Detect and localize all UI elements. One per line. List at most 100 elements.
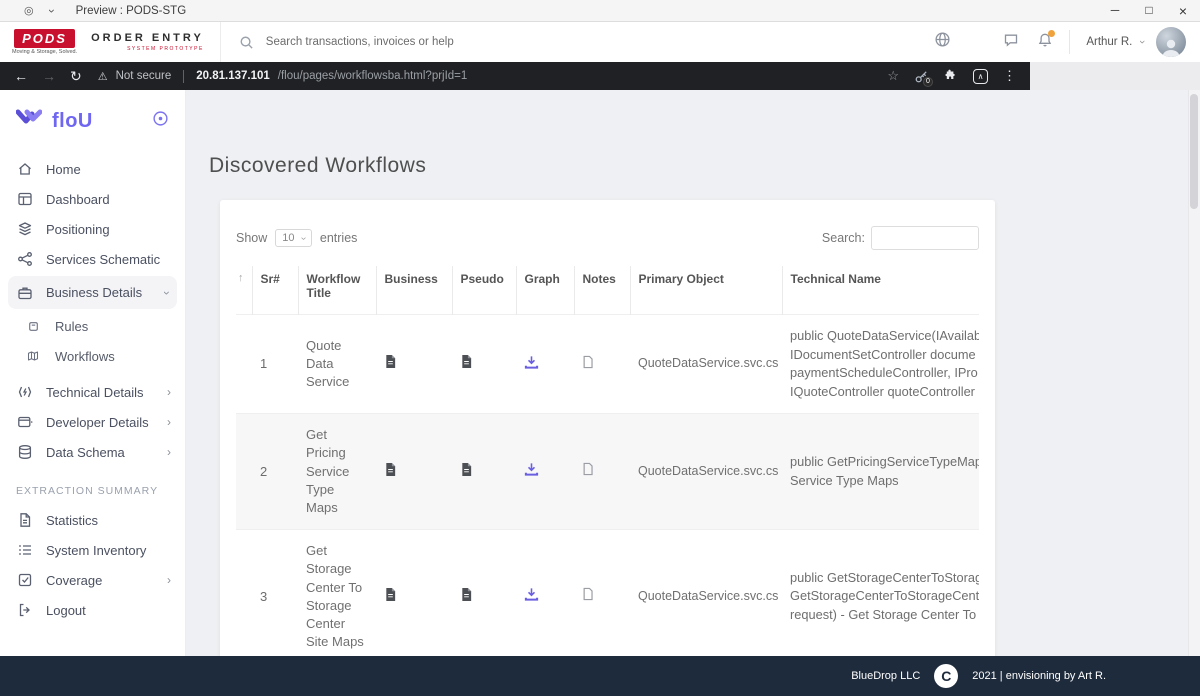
- notes-doc-icon[interactable]: [582, 355, 594, 374]
- bookmark-star-icon[interactable]: ☆: [887, 68, 899, 84]
- sidebar-item-developer-details[interactable]: Developer Details ›: [0, 407, 185, 437]
- flou-logo-icon: [16, 109, 42, 134]
- sidebar-item-label: Services Schematic: [46, 252, 160, 267]
- user-avatar[interactable]: [1156, 27, 1186, 57]
- cell-notes[interactable]: [574, 530, 630, 656]
- close-button[interactable]: ×: [1166, 3, 1200, 19]
- file-text-icon: [16, 512, 33, 528]
- global-search-input[interactable]: [266, 36, 556, 48]
- layers-icon: [16, 221, 33, 237]
- browser-chrome: ← → ↻ ⚠ Not secure 20.81.137.101/flou/pa…: [0, 62, 1200, 90]
- check-square-icon: [16, 572, 33, 588]
- col-business[interactable]: Business: [376, 266, 452, 315]
- col-sr[interactable]: Sr#: [252, 266, 298, 315]
- sidebar-item-rules[interactable]: Rules: [0, 311, 185, 341]
- cell-business[interactable]: [376, 530, 452, 656]
- cell-graph[interactable]: [516, 414, 574, 530]
- cell-business[interactable]: [376, 414, 452, 530]
- table-row[interactable]: 2 Get Pricing Service Type Maps: [236, 414, 979, 530]
- scrollbar-thumb[interactable]: [1190, 94, 1198, 209]
- dashboard-icon: [16, 191, 33, 207]
- chrome-filler: [1030, 62, 1200, 90]
- chevron-right-icon: ›: [167, 415, 171, 429]
- chat-icon[interactable]: [1003, 32, 1019, 53]
- window-titlebar: ◎ › Preview : PODS-STG ─ □ ×: [0, 0, 1200, 22]
- forward-icon[interactable]: →: [42, 68, 56, 84]
- table-row[interactable]: 3 Get Storage Center To Storage Center S…: [236, 530, 979, 656]
- cell-notes[interactable]: [574, 315, 630, 414]
- map-icon: [27, 350, 39, 362]
- graph-download-icon[interactable]: [524, 355, 539, 374]
- sidebar-item-label: Home: [46, 162, 81, 177]
- sidebar-item-statistics[interactable]: Statistics: [0, 505, 185, 535]
- footer-credit: 2021 | envisioning by Art R.: [972, 670, 1106, 682]
- user-name[interactable]: Arthur R.: [1086, 36, 1132, 48]
- sidebar-item-system-inventory[interactable]: System Inventory: [0, 535, 185, 565]
- sidebar-item-workflows[interactable]: Workflows: [0, 341, 185, 371]
- notes-doc-icon[interactable]: [582, 462, 594, 481]
- cell-pseudo[interactable]: [452, 530, 516, 656]
- sidebar-pin-icon[interactable]: [152, 110, 169, 132]
- address-bar[interactable]: ⚠ Not secure 20.81.137.101/flou/pages/wo…: [98, 70, 468, 83]
- maximize-button[interactable]: □: [1132, 3, 1166, 19]
- pseudo-doc-icon[interactable]: [460, 462, 473, 482]
- cell-graph[interactable]: [516, 530, 574, 656]
- notifications-bell-icon[interactable]: [1037, 32, 1053, 53]
- col-pseudo[interactable]: Pseudo: [452, 266, 516, 315]
- sidebar-item-data-schema[interactable]: Data Schema ›: [0, 437, 185, 467]
- sidebar-item-home[interactable]: Home: [0, 154, 185, 184]
- col-primary-object[interactable]: Primary Object: [630, 266, 782, 315]
- col-notes[interactable]: Notes: [574, 266, 630, 315]
- sidebar-item-services-schematic[interactable]: Services Schematic: [0, 244, 185, 274]
- col-workflow-title[interactable]: Workflow Title: [298, 266, 376, 315]
- globe-icon[interactable]: [934, 31, 951, 53]
- sidebar-item-logout[interactable]: Logout: [0, 595, 185, 625]
- table-search-input[interactable]: [871, 226, 979, 250]
- scroll-top-extension-icon[interactable]: ∧: [973, 69, 988, 84]
- cell-business[interactable]: [376, 315, 452, 414]
- graph-download-icon[interactable]: [524, 587, 539, 606]
- browser-menu-icon[interactable]: ⋮: [1003, 68, 1016, 84]
- sidebar-item-coverage[interactable]: Coverage ›: [0, 565, 185, 595]
- extensions-puzzle-icon[interactable]: [944, 68, 958, 85]
- table-row[interactable]: 1 Quote Data Service Q: [236, 315, 979, 414]
- cell-pseudo[interactable]: [452, 414, 516, 530]
- col-technical-name[interactable]: Technical Name: [782, 266, 979, 315]
- sidebar-item-label: System Inventory: [46, 543, 146, 558]
- sidebar-item-technical-details[interactable]: Technical Details ›: [0, 377, 185, 407]
- pseudo-doc-icon[interactable]: [460, 354, 473, 374]
- business-doc-icon[interactable]: [384, 354, 397, 374]
- sidebar-section-label: EXTRACTION SUMMARY: [16, 485, 169, 497]
- sidebar-item-positioning[interactable]: Positioning: [0, 214, 185, 244]
- cell-graph[interactable]: [516, 315, 574, 414]
- sidebar-item-label: Rules: [55, 319, 88, 334]
- record-icon[interactable]: ◎: [24, 4, 34, 17]
- sidebar-item-label: Coverage: [46, 573, 102, 588]
- cell-technical-name: public GetStorageCenterToStorag GetStora…: [782, 530, 979, 656]
- sidebar-item-business-details[interactable]: Business Details ›: [8, 276, 177, 309]
- sidebar-item-dashboard[interactable]: Dashboard: [0, 184, 185, 214]
- pods-logo[interactable]: PODS Moving & Storage, Solved.: [12, 29, 77, 55]
- graph-download-icon[interactable]: [524, 462, 539, 481]
- page-size-select[interactable]: 10 ›: [275, 229, 312, 247]
- select-chevron-icon: ›: [298, 236, 309, 239]
- share-network-icon: [16, 251, 33, 267]
- back-icon[interactable]: ←: [14, 68, 28, 84]
- cell-primary-object: QuoteDataService.svc.cs: [630, 414, 782, 530]
- col-graph[interactable]: Graph: [516, 266, 574, 315]
- user-menu-chevron-icon[interactable]: ›: [1136, 40, 1148, 44]
- page-scrollbar[interactable]: [1188, 90, 1200, 656]
- notes-doc-icon[interactable]: [582, 587, 594, 606]
- cell-pseudo[interactable]: [452, 315, 516, 414]
- pseudo-doc-icon[interactable]: [460, 587, 473, 607]
- browser-window-icon: [16, 414, 33, 430]
- window-chevron-icon[interactable]: ›: [45, 9, 59, 13]
- reload-icon[interactable]: ↻: [70, 68, 82, 85]
- business-doc-icon[interactable]: [384, 587, 397, 607]
- minimize-button[interactable]: ─: [1098, 3, 1132, 19]
- sidebar-item-label: Developer Details: [46, 415, 149, 430]
- password-key-icon[interactable]: 0: [914, 69, 929, 84]
- cell-notes[interactable]: [574, 414, 630, 530]
- business-doc-icon[interactable]: [384, 462, 397, 482]
- sort-icon[interactable]: ↑: [236, 266, 252, 315]
